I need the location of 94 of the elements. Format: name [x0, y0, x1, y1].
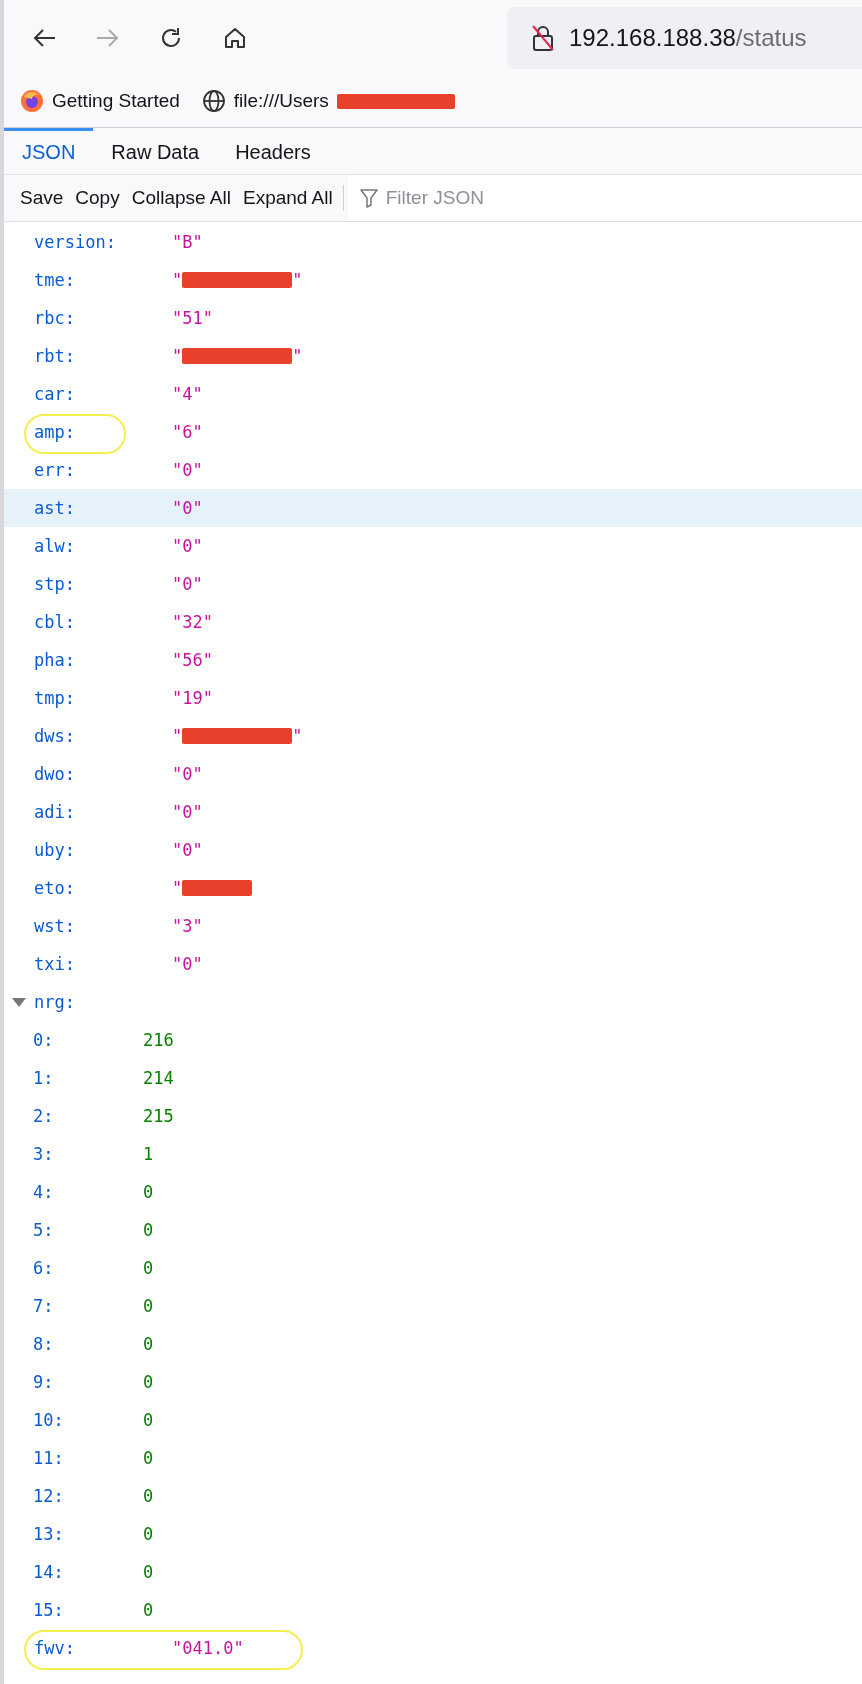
json-key: alw:: [34, 536, 172, 556]
json-key: 11:: [33, 1448, 143, 1468]
tab[interactable]: Headers: [217, 128, 329, 174]
bookmark[interactable]: file:///Users: [201, 89, 455, 113]
json-value: 215: [143, 1106, 174, 1126]
json-value: "56": [172, 650, 213, 670]
json-value: "19": [172, 688, 213, 708]
toolbar-button[interactable]: Expand All: [236, 178, 339, 218]
json-key: cbl:: [34, 612, 172, 632]
json-key: 13:: [33, 1524, 143, 1544]
json-key: 7:: [33, 1296, 143, 1316]
tab[interactable]: Raw Data: [93, 128, 218, 174]
json-value: "0": [172, 460, 203, 480]
json-key: 6:: [33, 1258, 143, 1278]
quote-mark: ": [172, 346, 183, 366]
json-value: "0": [172, 574, 203, 594]
json-value: 0: [143, 1334, 154, 1354]
filter-icon: [359, 188, 378, 208]
json-value: "0": [172, 764, 203, 784]
json-value: 214: [143, 1068, 174, 1088]
json-value: 216: [143, 1030, 174, 1050]
redaction-mark: [182, 880, 253, 896]
quote-mark: ": [292, 726, 303, 746]
quote-mark: ": [172, 878, 183, 898]
browser-logo-icon: [20, 89, 44, 113]
crossed-lock-icon: [531, 23, 555, 52]
json-value: "B": [172, 232, 203, 252]
json-value: "0": [172, 498, 203, 518]
json-key: 5:: [33, 1220, 143, 1240]
json-value: 1: [143, 1144, 154, 1164]
json-value: 0: [143, 1220, 154, 1240]
toolbar-button[interactable]: Save: [14, 178, 70, 218]
json-key: 0:: [33, 1030, 143, 1050]
json-key: 8:: [33, 1334, 143, 1354]
json-key: version:: [34, 232, 172, 252]
toolbar-button[interactable]: Collapse All: [125, 178, 237, 218]
quote-mark: ": [172, 726, 183, 746]
json-value: 0: [143, 1296, 154, 1316]
globe-icon: [201, 89, 226, 113]
json-value: "3": [172, 916, 203, 936]
bookmark[interactable]: Getting Started: [20, 89, 180, 113]
json-key: txi:: [34, 954, 172, 974]
json-key: 3:: [33, 1144, 143, 1164]
json-value: "0": [172, 802, 203, 822]
quote-mark: ": [172, 270, 183, 290]
json-key: rbt:: [34, 346, 172, 366]
json-key: tme:: [34, 270, 172, 290]
collapse-triangle-icon[interactable]: [12, 997, 26, 1007]
json-value: 0: [143, 1448, 154, 1468]
json-key: err:: [34, 460, 172, 480]
json-value: 0: [143, 1600, 154, 1620]
json-value: 0: [143, 1524, 154, 1544]
json-key: wst:: [34, 916, 172, 936]
json-value: "51": [172, 308, 213, 328]
json-value: 0: [143, 1182, 154, 1202]
json-value: 0: [143, 1258, 154, 1278]
json-key: 12:: [33, 1486, 143, 1506]
toolbar-button[interactable]: Copy: [69, 178, 126, 218]
json-key: 10:: [33, 1410, 143, 1430]
json-key: 9:: [33, 1372, 143, 1392]
quote-mark: ": [292, 270, 303, 290]
json-value: 0: [143, 1486, 154, 1506]
json-key: uby:: [34, 840, 172, 860]
json-value: "4": [172, 384, 203, 404]
json-key: 4:: [33, 1182, 143, 1202]
json-key: amp:: [34, 422, 172, 442]
json-value: "6": [172, 422, 203, 442]
json-value: 0: [143, 1562, 154, 1582]
json-value: "0": [172, 954, 203, 974]
json-key: rbc:: [34, 308, 172, 328]
json-key: dws:: [34, 726, 172, 746]
json-value: "0": [172, 536, 203, 556]
json-key: eto:: [34, 878, 172, 898]
json-key: tmp:: [34, 688, 172, 708]
json-key: 14:: [33, 1562, 143, 1582]
json-key: nrg:: [34, 992, 172, 1012]
quote-mark: ": [292, 346, 303, 366]
json-value: "32": [172, 612, 213, 632]
json-key: dwo:: [34, 764, 172, 784]
json-key: adi:: [34, 802, 172, 822]
json-key: ast:: [34, 498, 172, 518]
address-bar[interactable]: 192.168.188.38/status: [507, 6, 862, 69]
json-value: "041.0": [172, 1638, 244, 1658]
json-key: fwv:: [34, 1638, 172, 1658]
json-key: 15:: [33, 1600, 143, 1620]
json-key: car:: [34, 384, 172, 404]
json-value: 0: [143, 1372, 154, 1392]
filter-field[interactable]: Filter JSON: [347, 175, 862, 221]
json-value: 0: [143, 1410, 154, 1430]
json-key: 2:: [33, 1106, 143, 1126]
json-key: 1:: [33, 1068, 143, 1088]
json-key: pha:: [34, 650, 172, 670]
json-value: "0": [172, 840, 203, 860]
json-key: stp:: [34, 574, 172, 594]
